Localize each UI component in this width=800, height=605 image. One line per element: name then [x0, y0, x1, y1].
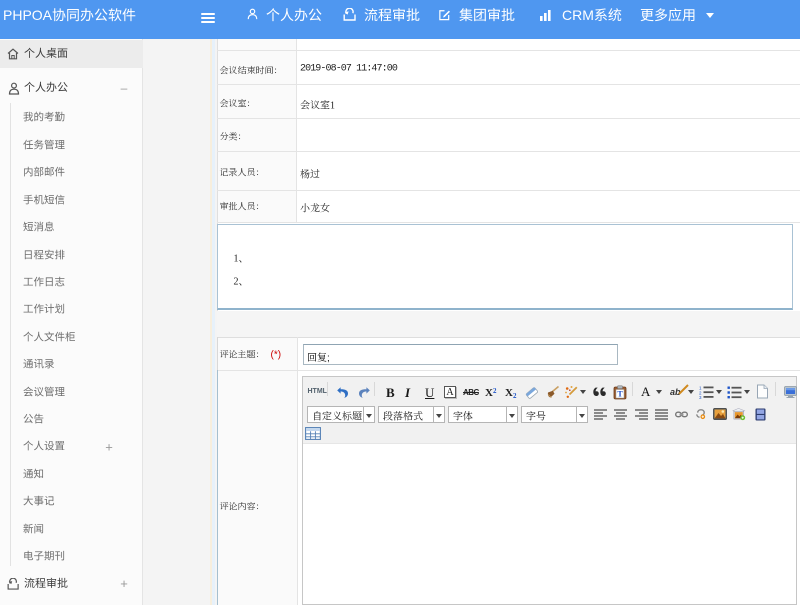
- svg-text:3: 3: [699, 395, 702, 399]
- svg-text:T: T: [617, 390, 623, 399]
